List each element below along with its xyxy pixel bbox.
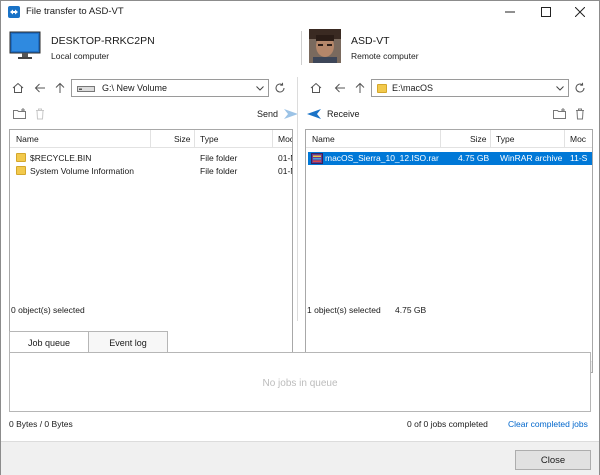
file-modified: 01-N: [278, 153, 292, 163]
column-size[interactable]: Size: [470, 134, 487, 144]
folder-icon: [16, 153, 26, 162]
window-title: File transfer to ASD-VT: [26, 6, 124, 17]
remote-path-text: E:\macOS: [392, 83, 434, 93]
folder-icon: [16, 166, 26, 175]
local-path-text: G:\ New Volume: [102, 83, 168, 93]
local-nav-bar: G:\ New Volume: [1, 77, 293, 99]
local-list-header: Name Size Type Moc: [10, 130, 292, 148]
remote-pane: E:\macOS Receive Name Size Type Moc macO…: [301, 73, 599, 373]
delete-icon[interactable]: [575, 108, 585, 120]
column-modified[interactable]: Moc: [570, 134, 586, 144]
home-icon[interactable]: [11, 81, 25, 95]
remote-selected-size: 4.75 GB: [395, 305, 427, 315]
remote-avatar: [309, 29, 341, 63]
local-pane: G:\ New Volume Send Name Size Type Moc $…: [1, 73, 299, 373]
refresh-icon[interactable]: [273, 81, 287, 95]
close-window-button[interactable]: [565, 1, 595, 23]
back-arrow-icon[interactable]: [33, 81, 47, 95]
local-status: 0 object(s) selected: [11, 305, 85, 315]
column-name[interactable]: Name: [312, 134, 335, 144]
remote-toolbar: Receive: [301, 105, 599, 125]
remote-status: 1 object(s) selected: [307, 305, 381, 315]
file-name: $RECYCLE.BIN: [30, 153, 92, 163]
tab-event-log[interactable]: Event log: [88, 331, 168, 353]
file-modified: 11-S: [570, 153, 588, 163]
local-computer-name: DESKTOP-RRKC2PN: [51, 35, 155, 47]
remote-path-combobox[interactable]: E:\macOS: [371, 79, 569, 97]
maximize-button[interactable]: [531, 1, 561, 23]
up-arrow-icon[interactable]: [353, 81, 367, 95]
tab-job-queue[interactable]: Job queue: [9, 331, 89, 354]
file-type: File folder: [200, 166, 238, 176]
list-item[interactable]: System Volume Information File folder 01…: [12, 165, 292, 178]
receive-button[interactable]: Receive: [307, 108, 360, 120]
send-button[interactable]: Send: [257, 108, 299, 120]
file-name: System Volume Information: [30, 166, 134, 176]
file-transfer-window: File transfer to ASD-VT DESKTOP-RRKC2PN …: [0, 0, 600, 475]
new-folder-icon[interactable]: [13, 108, 27, 120]
receive-arrow-icon: [307, 109, 321, 119]
bytes-transferred: 0 Bytes / 0 Bytes: [9, 419, 73, 429]
remote-computer-name: ASD-VT: [351, 35, 390, 47]
local-path-combobox[interactable]: G:\ New Volume: [71, 79, 269, 97]
list-item-selected[interactable]: macOS_Sierra_10_12.ISO.rar 4.75 GB WinRA…: [308, 152, 592, 165]
column-size[interactable]: Size: [174, 134, 191, 144]
monitor-icon: [9, 31, 41, 59]
host-headers: DESKTOP-RRKC2PN Local computer ASD-VT Re…: [1, 23, 599, 71]
jobs-completed: 0 of 0 jobs completed: [407, 419, 488, 429]
local-toolbar: Send: [1, 105, 299, 125]
receive-label: Receive: [327, 109, 360, 119]
rar-archive-icon: [311, 153, 323, 164]
close-button[interactable]: Close: [515, 450, 591, 470]
minimize-button[interactable]: [495, 1, 525, 23]
column-type[interactable]: Type: [496, 134, 514, 144]
send-label: Send: [257, 109, 279, 119]
clear-completed-jobs-link[interactable]: Clear completed jobs: [508, 419, 588, 429]
send-arrow-icon: [284, 109, 299, 119]
job-queue-panel: No jobs in queue: [9, 352, 591, 412]
remote-nav-bar: E:\macOS: [301, 77, 599, 99]
home-icon[interactable]: [309, 81, 323, 95]
teamviewer-icon: [8, 6, 20, 18]
transfer-footer: 0 Bytes / 0 Bytes 0 of 0 jobs completed …: [1, 416, 599, 432]
column-name[interactable]: Name: [16, 134, 39, 144]
remote-list-header: Name Size Type Moc: [306, 130, 592, 148]
remote-file-list[interactable]: Name Size Type Moc macOS_Sierra_10_12.IS…: [305, 129, 593, 373]
chevron-down-icon[interactable]: [256, 86, 264, 91]
title-bar: File transfer to ASD-VT: [1, 1, 599, 23]
column-modified[interactable]: Moc: [278, 134, 292, 144]
file-type: File folder: [200, 153, 238, 163]
column-type[interactable]: Type: [200, 134, 218, 144]
back-arrow-icon[interactable]: [333, 81, 347, 95]
pane-divider[interactable]: [297, 77, 298, 321]
new-folder-icon[interactable]: [553, 108, 567, 120]
file-type: WinRAR archive: [500, 153, 563, 163]
refresh-icon[interactable]: [573, 81, 587, 95]
file-name: macOS_Sierra_10_12.ISO.rar: [325, 153, 439, 163]
chevron-down-icon[interactable]: [556, 86, 564, 91]
file-modified: 01-N: [278, 166, 292, 176]
empty-queue-message: No jobs in queue: [262, 378, 338, 389]
dialog-button-bar: Close: [1, 441, 599, 475]
header-divider: [301, 31, 302, 65]
file-size: 4.75 GB: [458, 153, 490, 163]
drive-icon: [77, 86, 95, 92]
folder-icon: [377, 84, 387, 93]
list-item[interactable]: $RECYCLE.BIN File folder 01-N: [12, 152, 292, 165]
local-computer-label: Local computer: [51, 51, 110, 61]
remote-computer-label: Remote computer: [351, 51, 419, 61]
up-arrow-icon[interactable]: [53, 81, 67, 95]
delete-icon[interactable]: [35, 108, 45, 120]
